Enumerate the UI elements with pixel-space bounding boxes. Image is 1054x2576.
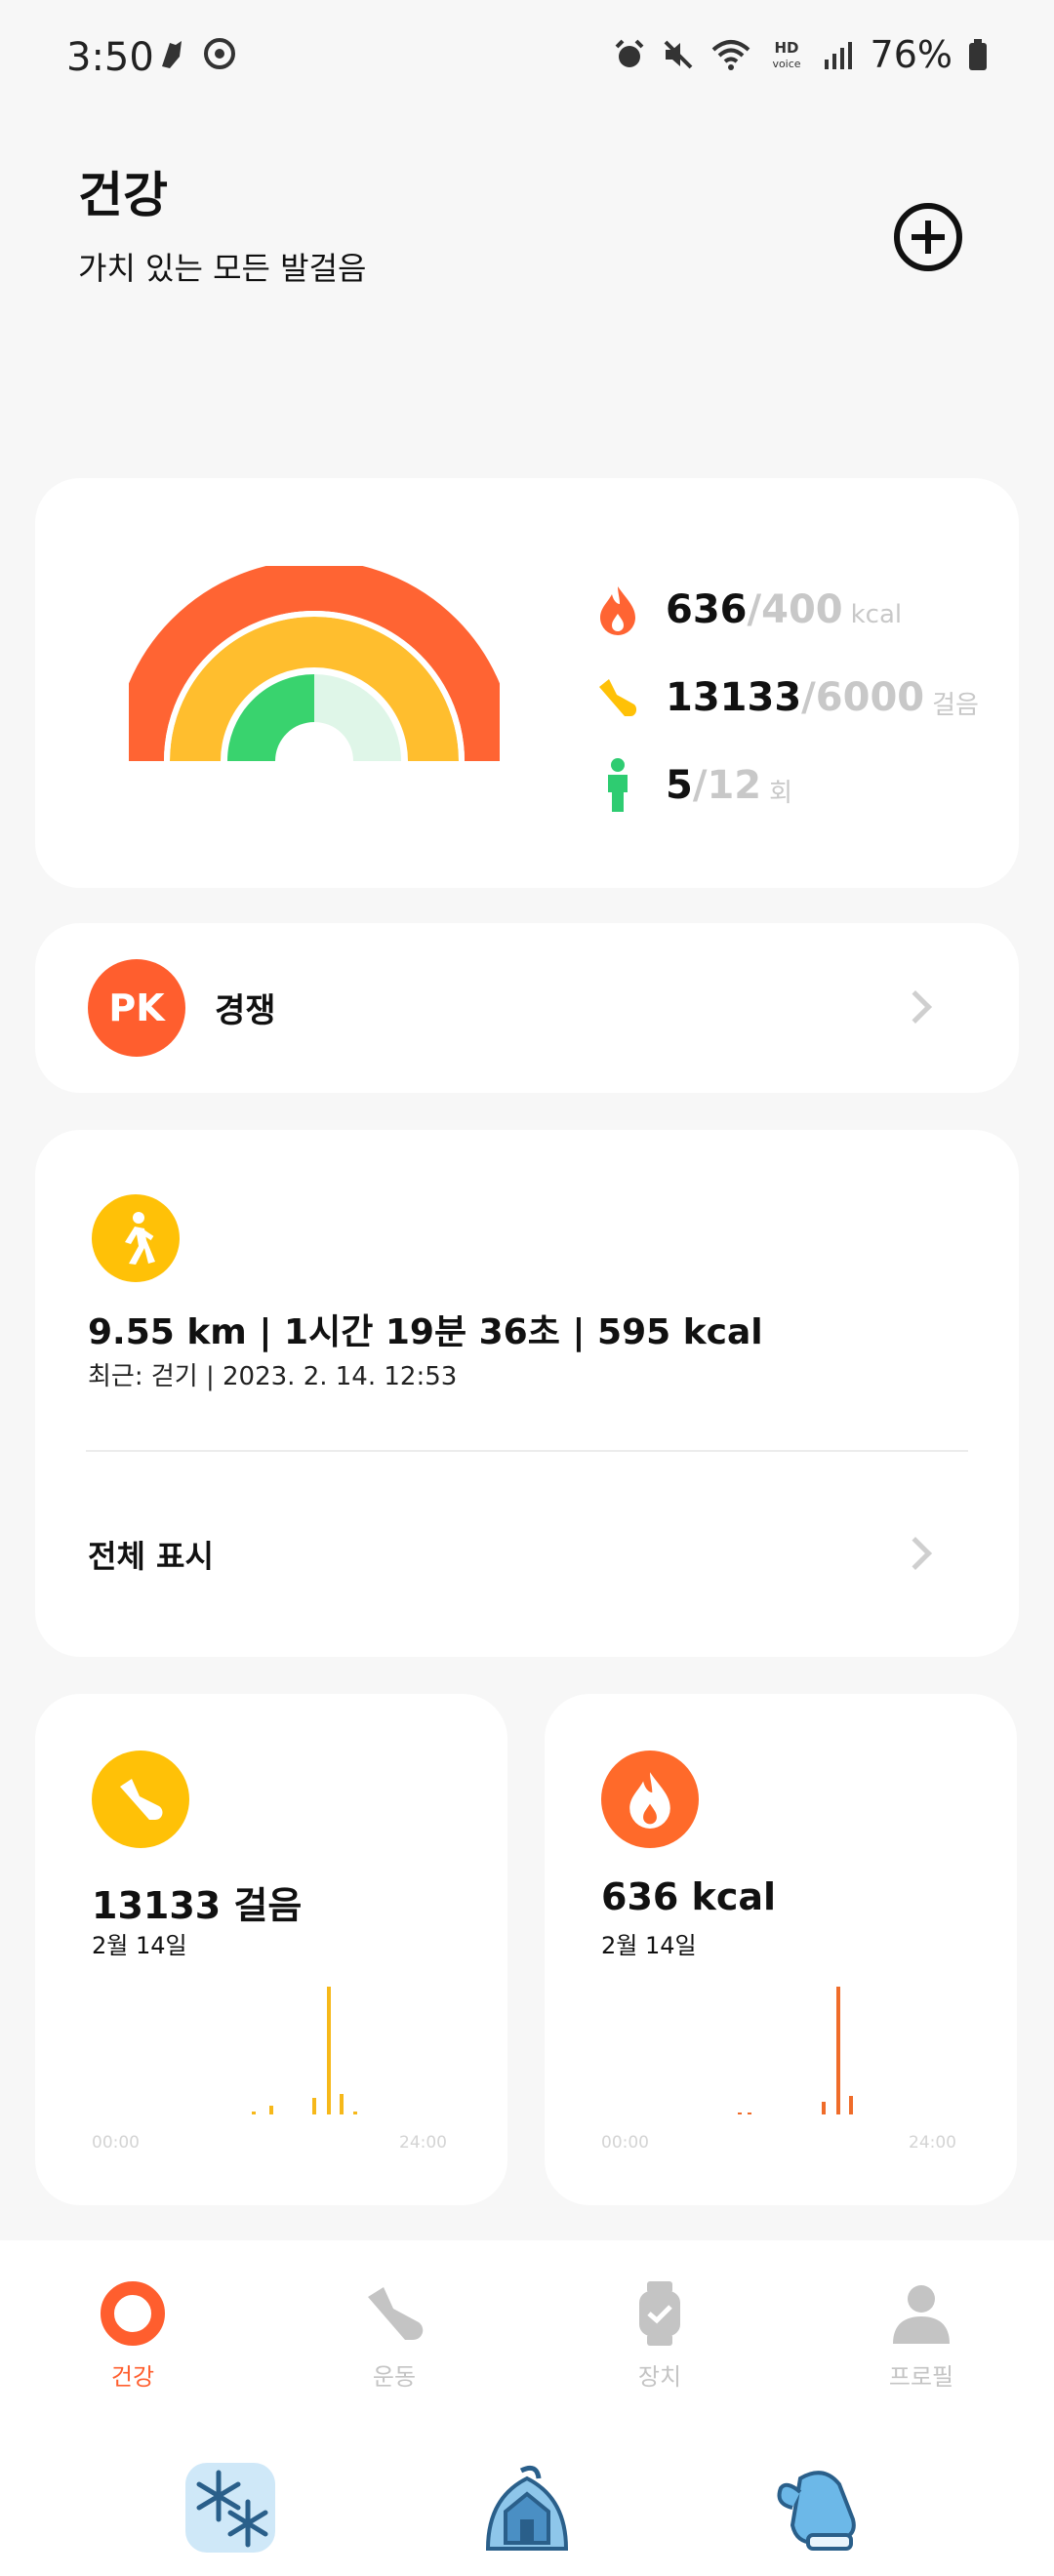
shoe-icon bbox=[591, 668, 644, 727]
flame-icon bbox=[601, 1751, 699, 1848]
steps-date: 2월 14일 bbox=[92, 1932, 187, 1959]
battery-icon bbox=[969, 39, 987, 70]
battery-percent: 76% bbox=[870, 33, 953, 76]
mute-icon bbox=[664, 40, 692, 69]
house-icon[interactable] bbox=[478, 2459, 576, 2556]
steps-current: 13133 bbox=[666, 675, 802, 720]
calories-goal: /400 bbox=[747, 587, 843, 632]
steps-bar bbox=[269, 2106, 273, 2114]
page-title: 건강 bbox=[78, 167, 168, 223]
activity-stats: 636 /400 kcal 13133 /6000 걸음 5 /12 회 bbox=[591, 566, 979, 829]
page-subtitle: 가치 있는 모든 발걸음 bbox=[78, 250, 367, 287]
axis-end-label: 24:00 bbox=[909, 2133, 956, 2153]
axis-start-label: 00:00 bbox=[92, 2133, 140, 2153]
calories-stat: 636 /400 kcal bbox=[591, 566, 979, 654]
calories-unit: kcal bbox=[850, 600, 903, 629]
steps-unit: 걸음 bbox=[932, 690, 979, 720]
calories-bar bbox=[748, 2113, 751, 2114]
hd-voice-icon: HDvoice bbox=[772, 39, 800, 70]
profile-icon bbox=[887, 2279, 955, 2348]
calories-current: 636 bbox=[666, 587, 748, 632]
calories-bar bbox=[822, 2102, 826, 2114]
calories-total: 636 kcal bbox=[601, 1875, 777, 1918]
svg-text:voice: voice bbox=[772, 58, 800, 70]
calories-bar bbox=[836, 1987, 840, 2114]
nav-item-profile[interactable]: 프로필 bbox=[824, 2279, 1019, 2392]
bottom-navigation: 건강 운동 장치 프로필 bbox=[0, 2240, 1054, 2576]
stand-ring-progress bbox=[224, 671, 316, 763]
stand-stat: 5 /12 회 bbox=[591, 742, 979, 829]
steps-hourly-chart: 00:00 24:00 bbox=[92, 1987, 447, 2153]
competition-label: 경쟁 bbox=[215, 991, 276, 1030]
stand-goal: /12 bbox=[692, 763, 762, 808]
page-header: 건강 가치 있는 모든 발걸음 bbox=[78, 156, 366, 289]
steps-bar bbox=[312, 2098, 316, 2114]
steps-total: 13133 걸음 bbox=[92, 1884, 303, 1927]
mitten-icon[interactable] bbox=[771, 2459, 869, 2556]
steps-bar bbox=[340, 2094, 344, 2114]
person-icon bbox=[591, 756, 644, 815]
axis-end-label: 24:00 bbox=[399, 2133, 447, 2153]
steps-bar bbox=[252, 2112, 256, 2114]
nav-label: 운동 bbox=[372, 2363, 417, 2391]
nav-item-device[interactable]: 장치 bbox=[562, 2279, 757, 2392]
nav-item-health[interactable]: 건강 bbox=[35, 2279, 230, 2392]
steps-goal: /6000 bbox=[801, 675, 925, 720]
activity-rings-card[interactable]: 636 /400 kcal 13133 /6000 걸음 5 /12 회 bbox=[35, 478, 1019, 888]
flame-icon bbox=[591, 581, 644, 639]
walking-icon bbox=[92, 1194, 180, 1282]
nav-label: 장치 bbox=[637, 2363, 682, 2391]
chevron-right-icon[interactable] bbox=[899, 1537, 932, 1570]
axis-start-label: 00:00 bbox=[601, 2133, 649, 2153]
pk-badge: PK bbox=[88, 959, 185, 1057]
show-all-link[interactable]: 전체 표시 bbox=[88, 1532, 214, 1577]
calories-hourly-chart: 00:00 24:00 bbox=[601, 1987, 956, 2153]
app-icon bbox=[204, 38, 235, 69]
signal-icon bbox=[824, 42, 852, 69]
steps-card[interactable]: 13133 걸음 2월 14일 00:00 24:00 bbox=[35, 1694, 507, 2205]
watch-icon bbox=[626, 2279, 694, 2348]
shoe-icon bbox=[360, 2279, 428, 2348]
calories-bar bbox=[738, 2113, 742, 2114]
health-ring-icon bbox=[99, 2279, 167, 2348]
shoe-icon bbox=[92, 1751, 189, 1848]
stand-unit: 회 bbox=[769, 778, 793, 808]
divider bbox=[86, 1450, 968, 1452]
add-button[interactable] bbox=[894, 203, 962, 271]
notification-icon bbox=[162, 41, 182, 68]
steps-stat: 13133 /6000 걸음 bbox=[591, 654, 979, 742]
workout-subtitle: 최근: 걷기 | 2023. 2. 14. 12:53 bbox=[88, 1362, 458, 1391]
status-bar: 3:50 HD voice 76% bbox=[0, 0, 1054, 117]
snowflake-icon[interactable] bbox=[182, 2459, 279, 2556]
chevron-right-icon bbox=[899, 990, 932, 1024]
recent-workout-card: 9.55 km | 1시간 19분 36초 | 595 kcal 최근: 걷기 … bbox=[35, 1130, 1019, 1657]
svg-text:HD: HD bbox=[774, 39, 798, 57]
calories-date: 2월 14일 bbox=[601, 1932, 697, 1959]
stand-current: 5 bbox=[666, 763, 693, 808]
steps-bar bbox=[353, 2112, 357, 2114]
status-time: 3:50 bbox=[66, 35, 154, 80]
wifi-icon bbox=[711, 40, 750, 70]
calories-bar bbox=[849, 2096, 853, 2114]
steps-bar bbox=[327, 1987, 331, 2114]
workout-summary[interactable]: 9.55 km | 1시간 19분 36초 | 595 kcal bbox=[88, 1304, 763, 1354]
activity-rings-gauge bbox=[129, 566, 500, 773]
calories-card[interactable]: 636 kcal 2월 14일 00:00 24:00 bbox=[545, 1694, 1017, 2205]
alarm-icon bbox=[615, 39, 643, 67]
nav-label: 건강 bbox=[110, 2363, 155, 2391]
nav-label: 프로필 bbox=[888, 2363, 954, 2391]
competition-card[interactable]: PK 경쟁 bbox=[35, 923, 1019, 1093]
nav-item-workout[interactable]: 운동 bbox=[297, 2279, 492, 2392]
